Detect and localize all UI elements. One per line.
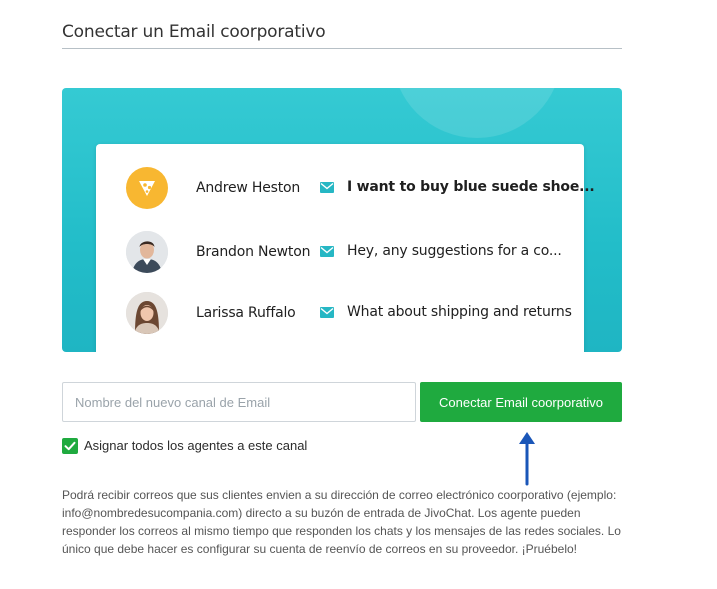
mail-icon <box>320 246 334 257</box>
message-preview: What about shipping and returns <box>347 304 572 320</box>
contact-name: Andrew Heston <box>196 180 301 196</box>
conversation-row: Larissa Ruffalo What about shipping and … <box>96 292 584 336</box>
assign-all-agents-checkbox[interactable] <box>62 438 78 454</box>
person-avatar <box>126 231 168 273</box>
contact-name: Larissa Ruffalo <box>196 305 296 321</box>
decorative-circle <box>392 88 562 138</box>
connect-email-button[interactable]: Conectar Email coorporativo <box>420 382 622 422</box>
conversation-row: Andrew Heston I want to buy blue suede s… <box>96 167 595 211</box>
channel-name-input[interactable] <box>62 382 416 422</box>
assign-all-agents-label[interactable]: Asignar todos los agentes a este canal <box>84 438 307 453</box>
message-preview: I want to buy blue suede shoe... <box>347 179 595 195</box>
mail-icon <box>320 307 334 318</box>
message-preview: Hey, any suggestions for a co... <box>347 243 562 259</box>
preview-banner: Andrew Heston I want to buy blue suede s… <box>62 88 622 352</box>
person-avatar <box>126 292 168 334</box>
contact-name: Brandon Newton <box>196 244 311 260</box>
brand-logo-icon <box>126 167 168 209</box>
channel-description: Podrá recibir correos que sus clientes e… <box>62 488 621 556</box>
conversation-row: Brandon Newton Hey, any suggestions for … <box>96 231 584 275</box>
conversation-list-preview: Andrew Heston I want to buy blue suede s… <box>96 144 595 352</box>
mail-icon <box>320 182 334 193</box>
checkmark-icon <box>64 441 76 451</box>
annotation-arrow-icon <box>519 432 535 486</box>
page-title: Conectar un Email coorporativo <box>62 22 622 49</box>
